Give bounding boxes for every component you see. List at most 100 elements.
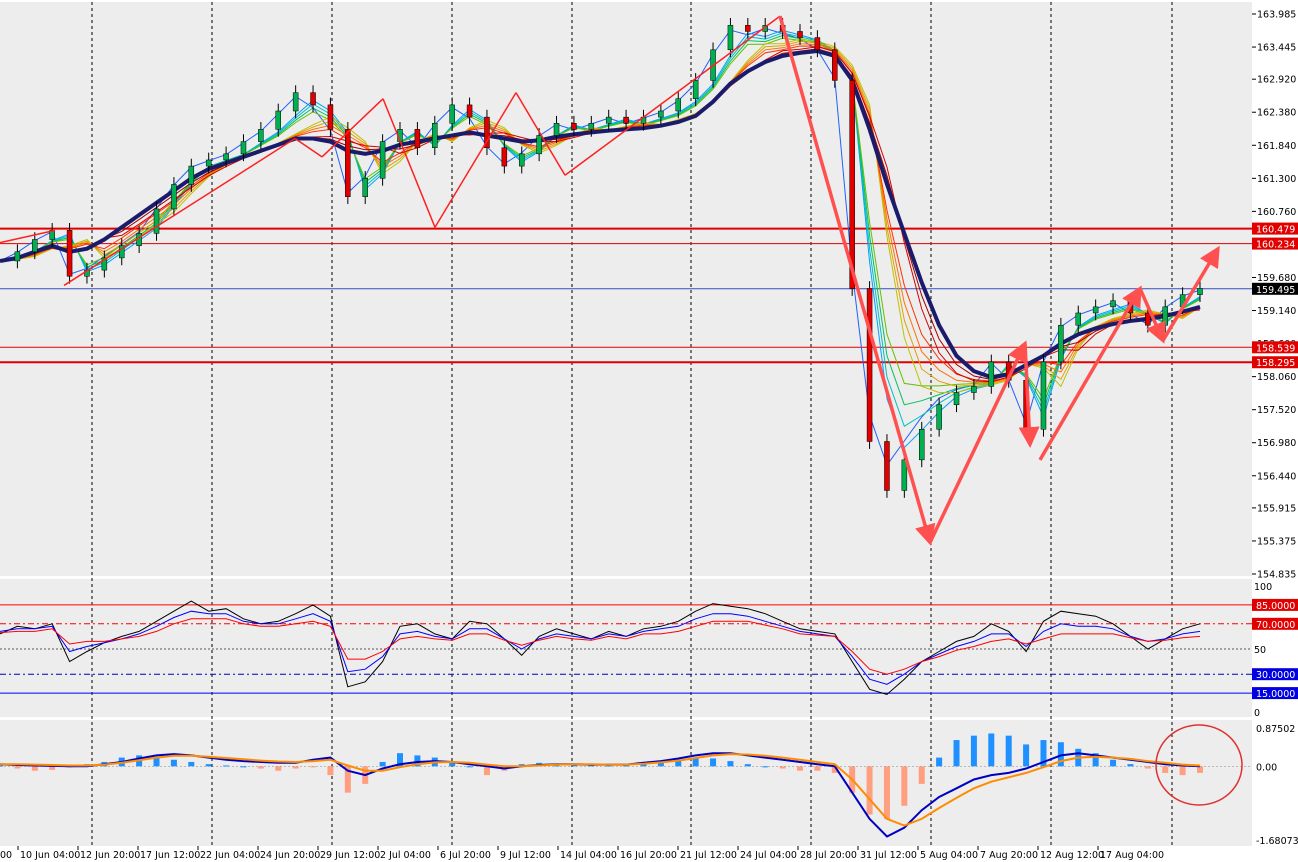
candle-body	[675, 98, 682, 112]
candle-body	[292, 92, 299, 112]
candle-body	[866, 288, 873, 442]
rsi-level-label: 70.0000	[1256, 620, 1295, 631]
candle-body	[727, 25, 734, 51]
candle-body	[14, 251, 21, 262]
candle-body	[1092, 306, 1099, 314]
price-tick-label: 163.445	[1257, 43, 1296, 54]
macd-histogram-bar	[466, 766, 473, 768]
macd-histogram-bar	[310, 766, 317, 768]
macd-scale-label: 0.00	[1256, 762, 1277, 773]
macd-histogram-bar	[188, 761, 195, 767]
rsi-panel[interactable]	[0, 579, 1252, 717]
time-label: 14 Jul 04:00	[560, 850, 617, 861]
trading-chart[interactable]: 163.985 163.445 162.920 162.380 161.840 161.3…	[0, 0, 1298, 862]
price-tick-label: 155.375	[1257, 536, 1296, 547]
macd-histogram-bar	[605, 765, 612, 767]
macd-histogram-bar	[170, 759, 177, 767]
candle-body	[258, 129, 264, 142]
macd-histogram-bar	[0, 765, 3, 767]
candle-body	[692, 80, 699, 100]
candle-body	[466, 104, 473, 118]
candle-body	[588, 122, 595, 130]
time-label: 31 Jul 12:00	[860, 850, 917, 861]
candle-body	[275, 110, 282, 130]
candle-body	[432, 122, 438, 148]
macd-histogram-bar	[918, 766, 925, 784]
macd-histogram-bar	[327, 766, 334, 776]
price-tick-label: 160.760	[1257, 207, 1296, 218]
macd-histogram-bar	[1179, 766, 1186, 776]
macd-histogram-bar	[970, 735, 977, 767]
price-tick-label: 157.520	[1257, 405, 1296, 416]
candle-body	[1145, 312, 1151, 326]
candle-body	[1162, 306, 1168, 326]
time-label: 6 Jul 20:00	[440, 850, 491, 861]
price-tick-label: 162.380	[1257, 108, 1296, 119]
candle-body	[536, 135, 542, 155]
candle-body	[797, 31, 803, 38]
price-tag-label: 158.295	[1256, 358, 1295, 369]
time-label: 10 Jun 04:00	[20, 850, 80, 861]
candle-body	[327, 104, 334, 130]
macd-panel[interactable]	[0, 720, 1252, 846]
macd-histogram-bar	[762, 766, 769, 768]
time-label: 12 Aug 12:00	[1040, 850, 1104, 861]
candle-body	[936, 404, 942, 430]
time-label: 12 Jun 20:00	[80, 850, 140, 861]
candle-body	[745, 25, 751, 32]
candle-body	[658, 110, 664, 118]
macd-histogram-bar	[31, 766, 38, 771]
candle-body	[205, 159, 212, 167]
macd-histogram-bar	[814, 766, 821, 771]
candle-body	[240, 141, 247, 155]
candle-body	[1058, 324, 1064, 363]
macd-histogram-bar	[953, 740, 960, 767]
macd-histogram-bar	[1162, 766, 1169, 773]
candle-body	[1197, 288, 1203, 295]
price-tag-label: 159.495	[1256, 285, 1295, 296]
price-tick-label: 159.680	[1257, 273, 1296, 284]
candle-body	[988, 361, 995, 387]
macd-histogram-bar	[1110, 759, 1117, 767]
candle-body	[814, 37, 821, 51]
macd-scale-label: -1.68073	[1256, 836, 1298, 847]
candle-body	[1040, 361, 1047, 430]
rsi-scale-label: 50	[1254, 645, 1266, 656]
candle-body	[32, 239, 38, 253]
price-tag-label: 158.539	[1256, 343, 1295, 354]
candle-body	[501, 147, 508, 167]
candle-body	[362, 178, 368, 197]
candle-body	[171, 184, 177, 210]
macd-histogram-bar	[223, 765, 230, 767]
candle-body	[918, 429, 925, 461]
macd-histogram-bar	[1144, 766, 1151, 769]
time-label: 16 Jul 20:00	[620, 850, 677, 861]
candle-body	[188, 165, 195, 185]
macd-histogram-bar	[710, 758, 717, 767]
candle-body	[623, 116, 629, 124]
price-tick-label: 163.985	[1257, 10, 1296, 21]
candle-body	[1075, 312, 1082, 326]
candle-body	[832, 49, 838, 81]
macd-histogram-bar	[779, 766, 786, 769]
candle-body	[884, 441, 890, 491]
price-tick-label: 162.920	[1257, 75, 1296, 86]
time-label: 24 Jul 04:00	[740, 850, 797, 861]
price-tick-label: 159.140	[1257, 306, 1296, 317]
rsi-level-label: 30.0000	[1256, 670, 1295, 681]
time-label: 24 Jun 20:00	[260, 850, 320, 861]
time-label: 28 Jul 20:00	[800, 850, 857, 861]
macd-histogram-bar	[883, 766, 890, 819]
price-tag-label: 160.479	[1256, 225, 1295, 236]
candle-body	[605, 116, 612, 124]
macd-histogram-bar	[205, 764, 212, 767]
macd-histogram-bar	[257, 766, 264, 769]
macd-histogram-bar	[727, 761, 734, 767]
macd-histogram-bar	[901, 766, 908, 806]
rsi-scale-label: 100	[1254, 582, 1272, 593]
candle-body	[971, 386, 977, 393]
time-label: 22 Jun 04:00	[200, 850, 260, 861]
candle-body	[414, 129, 421, 148]
time-label: 00	[0, 850, 12, 861]
rsi-scale-label: 0	[1254, 708, 1260, 719]
